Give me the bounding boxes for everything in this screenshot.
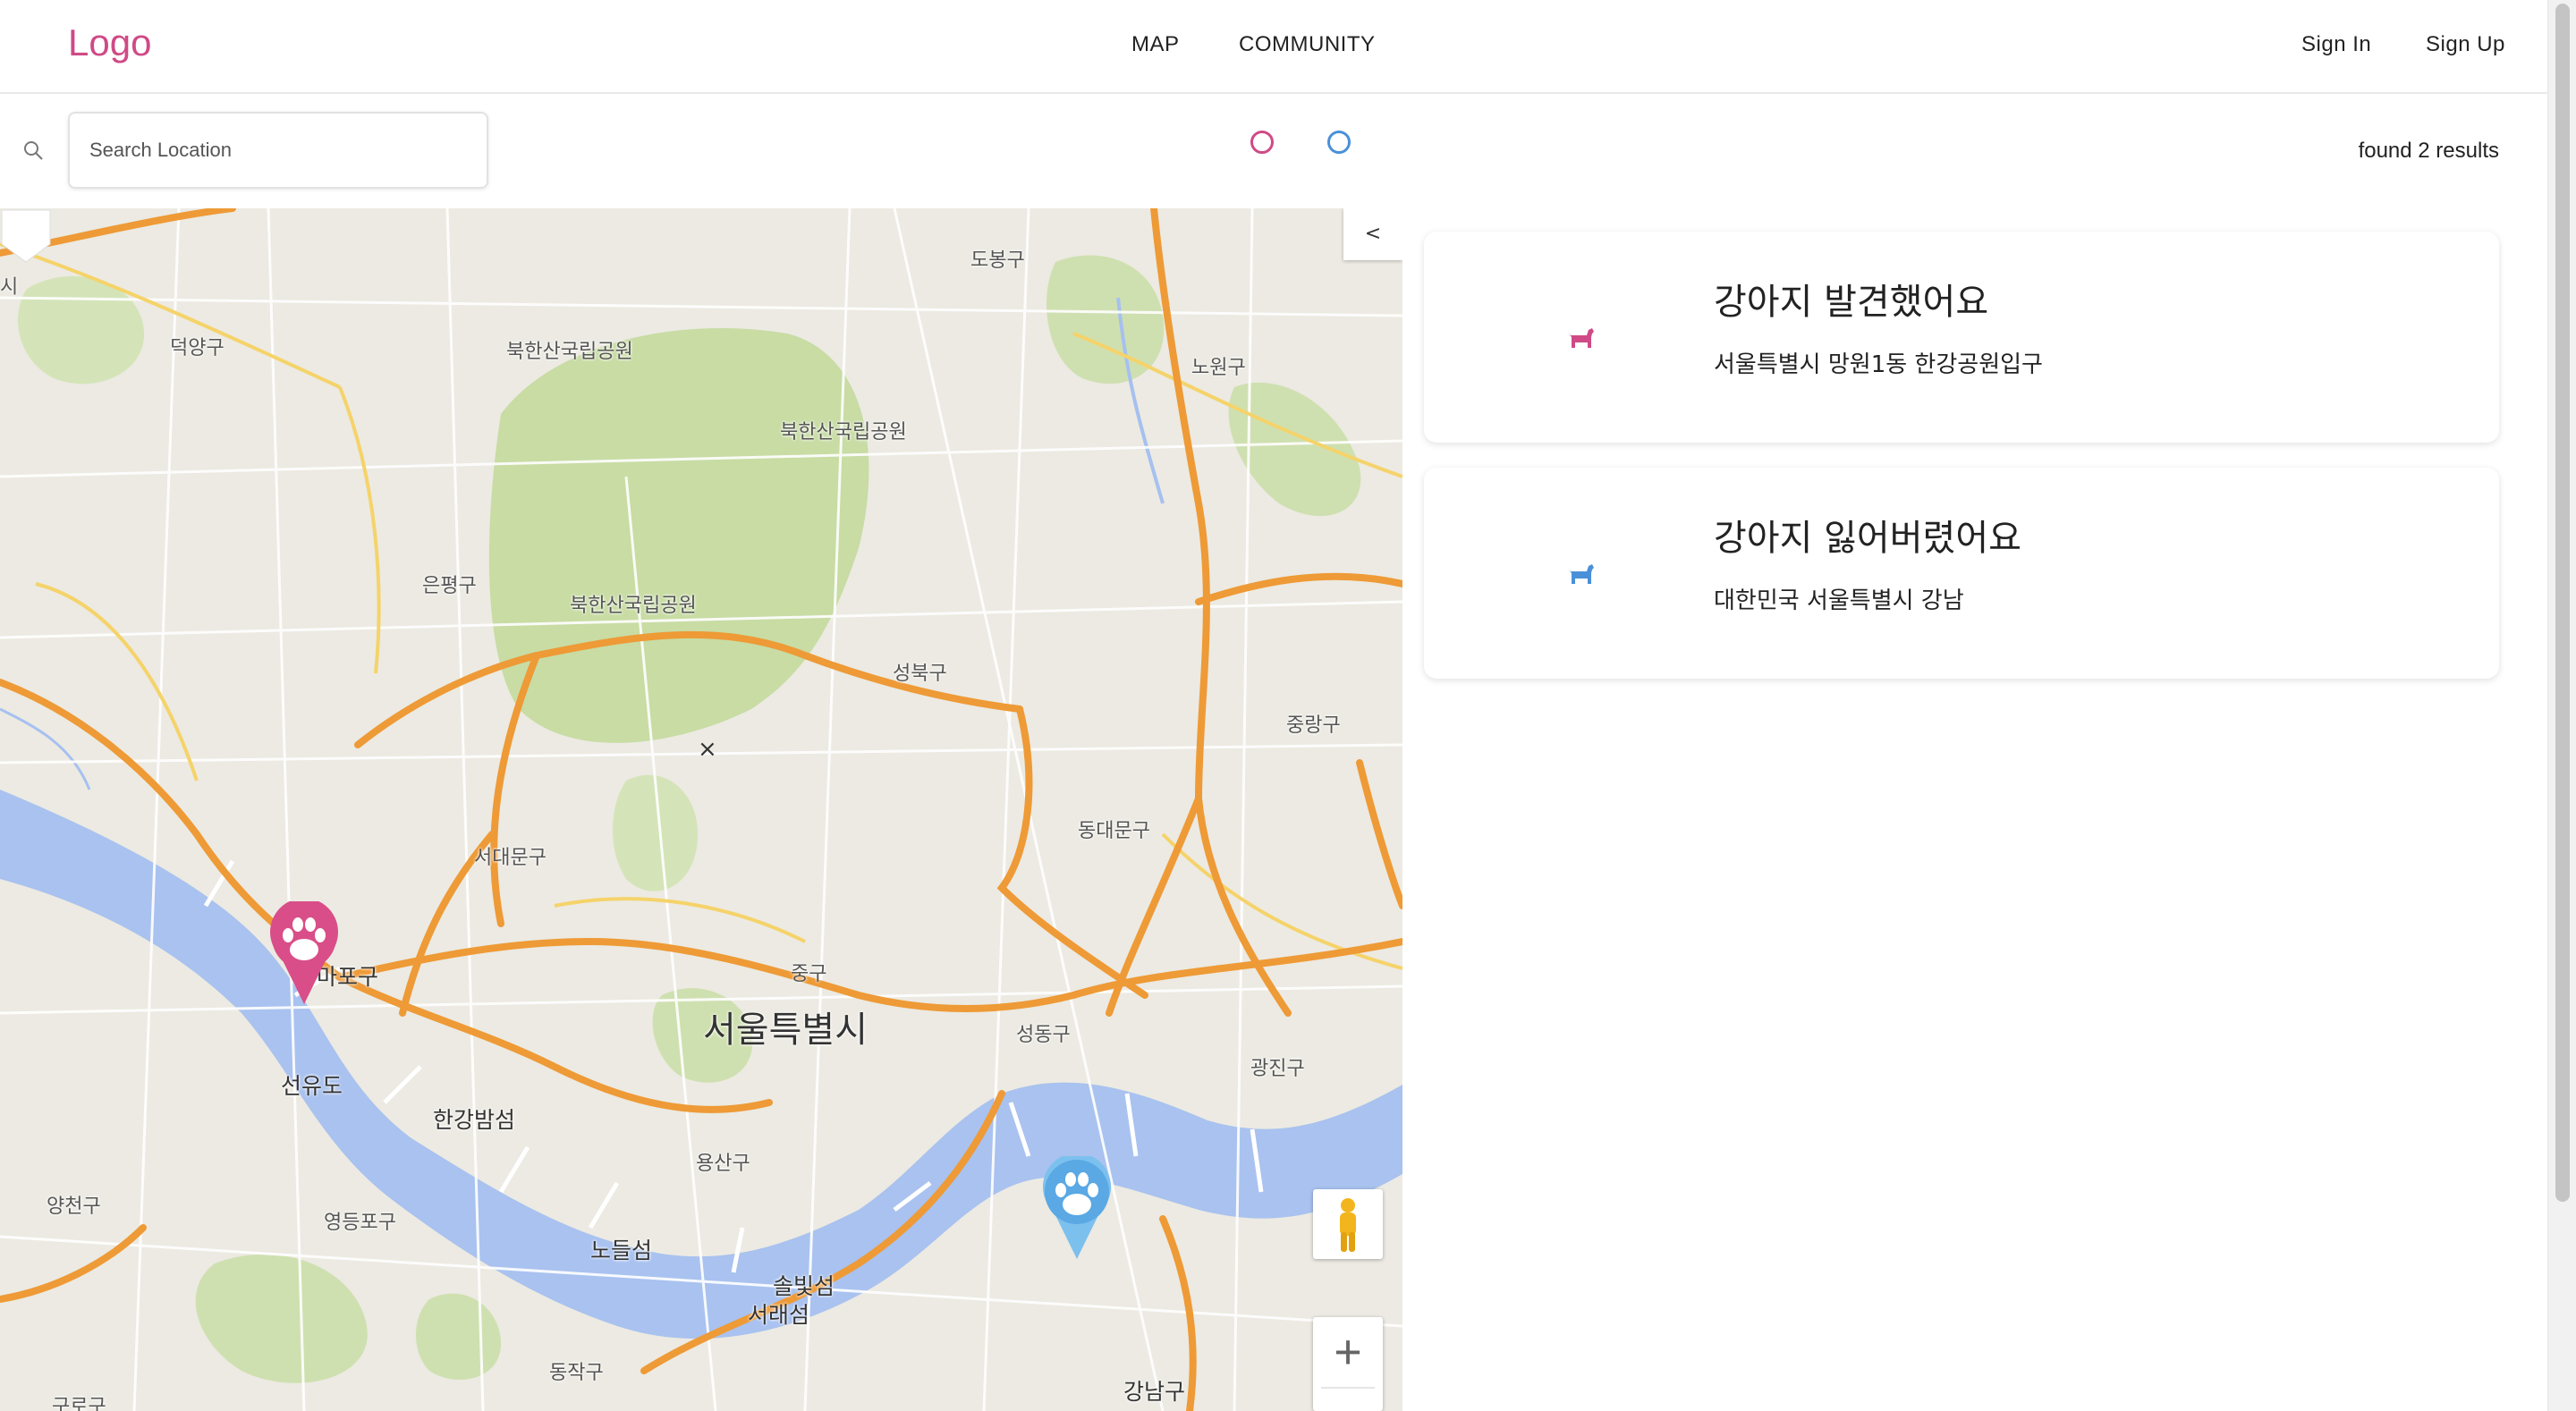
post-title: 강아지 잃어버렸어요 <box>1714 518 2021 559</box>
map-label-seorae: 서래섬 <box>748 1302 810 1328</box>
top-navbar: Logo MAP COMMUNITY Sign In Sign Up <box>0 0 2547 94</box>
zoom-in-button[interactable]: + <box>1313 1317 1383 1387</box>
map-label-yongsan: 용산구 <box>696 1153 750 1175</box>
lost-paw-marker-icon[interactable] <box>1041 1156 1113 1263</box>
found-filter-toggle[interactable] <box>1250 131 1274 154</box>
map-label-seongbuk: 성북구 <box>893 663 947 685</box>
post-card[interactable]: 강아지 잃어버렸어요 대한민국 서울특별시 강남 <box>1424 468 2499 679</box>
map-label-deogyang: 덕양구 <box>170 337 225 359</box>
post-address: 대한민국 서울특별시 강남 <box>1714 587 1964 614</box>
collapse-panel-button[interactable]: < <box>1343 208 1402 260</box>
map-label-nodeul: 노들섬 <box>590 1238 653 1263</box>
zoom-control: + <box>1313 1317 1383 1411</box>
found-paw-marker-icon[interactable] <box>268 901 340 1009</box>
map-label-seodaemun: 서대문구 <box>474 847 547 869</box>
results-list: 강아지 발견했어요 서울특별시 망원1동 한강공원입구 강아지 잃어버렸어요 대… <box>1402 208 2547 1411</box>
map-label-junggu: 중구 <box>791 963 827 985</box>
map-label-eunpyeong: 은평구 <box>422 575 477 597</box>
map-label-yangcheon: 양천구 <box>47 1196 101 1218</box>
map-label-nowon: 노원구 <box>1191 357 1246 379</box>
map-label-dongjak: 동작구 <box>549 1362 604 1384</box>
map-label-hangang: 한강밤섬 <box>433 1107 516 1133</box>
search-icon <box>24 141 43 160</box>
map-label-bukhansan-3: 북한산국립공원 <box>570 595 697 617</box>
map-tiles <box>0 208 1402 1411</box>
page-scrollbar[interactable] <box>2547 0 2576 1411</box>
search-input[interactable] <box>70 114 487 187</box>
info-window-close-icon[interactable]: × <box>698 736 717 763</box>
street-view-pegman-icon[interactable] <box>1313 1189 1383 1259</box>
scrollbar-thumb[interactable] <box>2555 4 2570 1202</box>
nav-community[interactable]: COMMUNITY <box>1239 32 1375 57</box>
map-label-gangnam: 강남구 <box>1123 1379 1186 1405</box>
zoom-divider <box>1321 1387 1375 1389</box>
post-card[interactable]: 강아지 발견했어요 서울특별시 망원1동 한강공원입구 <box>1424 232 2499 443</box>
map-label-seonyudo: 선유도 <box>281 1073 343 1099</box>
map-label-bukhansan-2: 북한산국립공원 <box>780 421 907 444</box>
sign-in-link[interactable]: Sign In <box>2301 32 2371 57</box>
lost-filter-toggle[interactable] <box>1327 131 1351 154</box>
map-label-solbit: 솔빛섬 <box>773 1273 835 1299</box>
map-label-gwangjin: 광진구 <box>1250 1058 1305 1080</box>
post-address: 서울특별시 망원1동 한강공원입구 <box>1714 351 2043 378</box>
map-label-dongdaemun: 동대문구 <box>1078 820 1150 842</box>
map-label-guro: 구로구 <box>52 1396 106 1411</box>
nav-map[interactable]: MAP <box>1131 32 1180 57</box>
sign-up-link[interactable]: Sign Up <box>2426 32 2505 57</box>
logo[interactable]: Logo <box>68 21 151 64</box>
map-label-jungnang: 중랑구 <box>1286 714 1341 737</box>
search-box <box>68 112 488 189</box>
dog-icon <box>1569 328 1594 348</box>
map-label-edge-si: 시 <box>0 276 19 299</box>
map-info-window[interactable] <box>0 208 52 264</box>
dog-icon <box>1569 564 1594 584</box>
map-label-dobong: 도봉구 <box>970 249 1025 272</box>
results-count: found 2 results <box>2358 139 2499 163</box>
map-view[interactable]: 시 도봉구 덕양구 북한산국립공원 북한산국립공원 북한산국립공원 노원구 은평… <box>0 208 1402 1411</box>
map-label-bukhansan-1: 북한산국립공원 <box>506 341 633 363</box>
post-title: 강아지 발견했어요 <box>1714 282 1989 323</box>
map-label-seoul: 서울특별시 <box>703 1010 868 1051</box>
map-label-yeongdeungpo: 영등포구 <box>324 1212 396 1234</box>
map-label-seongdong: 성동구 <box>1016 1024 1071 1046</box>
search-toolbar: found 2 results <box>0 94 2547 208</box>
